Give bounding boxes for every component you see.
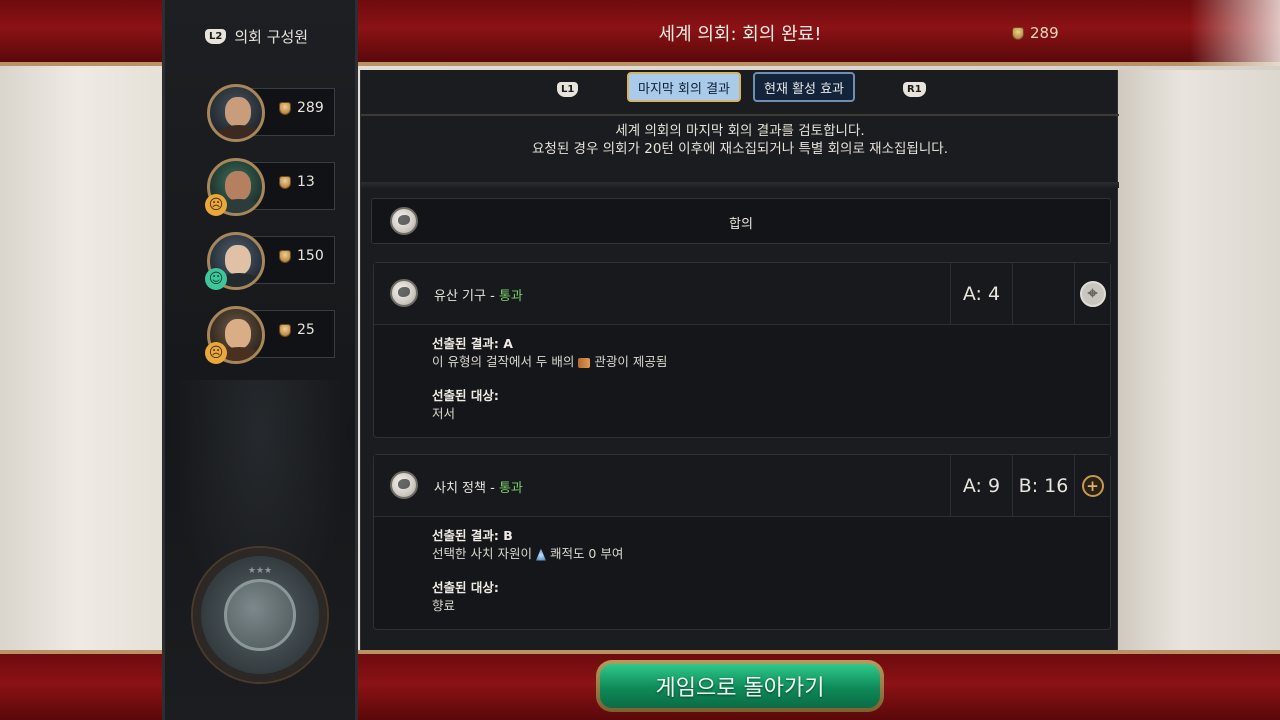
return-to-game-button[interactable]: 게임으로 돌아가기 bbox=[596, 660, 884, 712]
angry-mood-icon: ☹ bbox=[205, 194, 227, 216]
description-line-1: 세계 의회의 마지막 회의 결과를 검토합니다. bbox=[615, 123, 865, 139]
r1-button-hint[interactable]: R1 bbox=[903, 82, 926, 97]
vote-count-empty bbox=[1012, 263, 1074, 325]
resolution-details: 선출된 결과: B 선택한 사치 자원이 쾌적도 0 부여 선출된 대상: 향료 bbox=[432, 527, 623, 615]
page-title: 세계 의회: 회의 완료! bbox=[658, 24, 822, 45]
resolution-card: 유산 기구 - 통과 A: 4 ⌖ 선출된 결과: A 이 유형의 걸작에서 두… bbox=[373, 262, 1111, 438]
favor-icon bbox=[279, 175, 291, 189]
section-label: 합의 bbox=[729, 217, 753, 232]
resolution-title: 유산 기구 - 통과 bbox=[434, 289, 523, 304]
description: 세계 의회의 마지막 회의 결과를 검토합니다. 요청된 경우 의회가 20턴 … bbox=[361, 122, 1119, 158]
member-favor: 150 bbox=[279, 248, 324, 264]
favor-icon bbox=[279, 101, 291, 115]
resolution-card: 사치 정책 - 통과 A: 9 B: 16 + 선출된 결과: B 선택한 사치… bbox=[373, 454, 1111, 630]
tab-last-session-results[interactable]: 마지막 회의 결과 bbox=[627, 72, 741, 102]
resolution-status: 통과 bbox=[498, 481, 523, 496]
resolution-status: 통과 bbox=[498, 289, 523, 304]
favor-icon bbox=[1012, 26, 1024, 40]
section-header: 합의 bbox=[371, 198, 1111, 244]
tabs-row: L1 마지막 회의 결과 현재 활성 효과 R1 bbox=[361, 70, 1119, 116]
member-leader-4[interactable]: ☹ 25 bbox=[205, 306, 335, 364]
member-favor-value: 150 bbox=[297, 248, 324, 264]
member-favor-value: 289 bbox=[297, 100, 324, 116]
amenity-icon bbox=[535, 548, 546, 561]
return-to-game-label: 게임으로 돌아가기 bbox=[600, 664, 880, 708]
world-congress-emblem: ★★★ bbox=[193, 548, 327, 682]
member-favor-value: 13 bbox=[297, 174, 315, 190]
favor-icon bbox=[279, 323, 291, 337]
globe-emblem-icon bbox=[224, 579, 296, 651]
l1-button-hint[interactable]: L1 bbox=[557, 82, 579, 97]
resolution-header: 유산 기구 - 통과 A: 4 ⌖ bbox=[374, 263, 1110, 325]
description-line-2: 요청된 경우 의회가 20턴 이후에 재소집되거나 특별 회의로 재소집됩니다. bbox=[532, 141, 948, 157]
globe-icon bbox=[390, 279, 418, 307]
member-favor: 289 bbox=[279, 100, 324, 116]
resolution-name: 사치 정책 bbox=[434, 481, 486, 496]
outcome-label: 선출된 결과: A bbox=[432, 336, 513, 351]
favor-total: 289 bbox=[1012, 24, 1059, 42]
plus-icon[interactable]: + bbox=[1081, 475, 1104, 497]
favor-total-value: 289 bbox=[1030, 24, 1059, 42]
action-cell: ⌖ bbox=[1074, 263, 1110, 325]
tourism-icon bbox=[578, 357, 591, 368]
happy-mood-icon: ☺ bbox=[205, 268, 227, 290]
member-favor: 25 bbox=[279, 322, 315, 338]
crosshair-icon[interactable]: ⌖ bbox=[1079, 281, 1106, 307]
members-title: 의회 구성원 bbox=[234, 28, 309, 46]
member-favor-value: 25 bbox=[297, 322, 315, 338]
l2-button-hint[interactable]: L2 bbox=[205, 29, 227, 44]
member-leader-1[interactable]: 289 bbox=[207, 84, 335, 142]
vote-count-a: A: 4 bbox=[950, 263, 1012, 325]
target-value: 저서 bbox=[432, 406, 456, 421]
background-right bbox=[1118, 70, 1280, 650]
favor-icon bbox=[279, 249, 291, 263]
vote-count-b: B: 16 bbox=[1012, 455, 1074, 517]
divider bbox=[361, 182, 1119, 188]
resolution-header: 사치 정책 - 통과 A: 9 B: 16 + bbox=[374, 455, 1110, 517]
globe-icon bbox=[390, 471, 418, 499]
member-favor: 13 bbox=[279, 174, 315, 190]
action-cell: + bbox=[1074, 455, 1110, 517]
resolution-details: 선출된 결과: A 이 유형의 걸작에서 두 배의 관광이 제공됨 선출된 대상:… bbox=[432, 335, 667, 423]
member-leader-3[interactable]: ☺ 150 bbox=[205, 232, 335, 290]
target-value: 향료 bbox=[432, 598, 456, 613]
resolution-title: 사치 정책 - 통과 bbox=[434, 481, 523, 496]
tab-active-effects[interactable]: 현재 활성 효과 bbox=[753, 72, 855, 102]
target-label: 선출된 대상: bbox=[432, 388, 499, 403]
member-leader-2[interactable]: ☹ 13 bbox=[205, 158, 335, 216]
outcome-text: 선택한 사치 자원이 쾌적도 0 부여 bbox=[432, 546, 624, 561]
members-header: L2 의회 구성원 bbox=[205, 26, 308, 47]
outcome-label: 선출된 결과: B bbox=[432, 528, 513, 543]
target-label: 선출된 대상: bbox=[432, 580, 499, 595]
results-panel: L1 마지막 회의 결과 현재 활성 효과 R1 세계 의회의 마지막 회의 결… bbox=[360, 70, 1119, 650]
council-members-panel: L2 의회 구성원 289 ☹ 13 ☺ 150 ☹ 25 ★★★ bbox=[162, 0, 358, 720]
outcome-text: 이 유형의 걸작에서 두 배의 관광이 제공됨 bbox=[432, 354, 668, 369]
vote-count-a: A: 9 bbox=[950, 455, 1012, 517]
angry-mood-icon: ☹ bbox=[205, 342, 227, 364]
resolution-name: 유산 기구 bbox=[434, 289, 486, 304]
leader-portrait bbox=[207, 84, 265, 142]
